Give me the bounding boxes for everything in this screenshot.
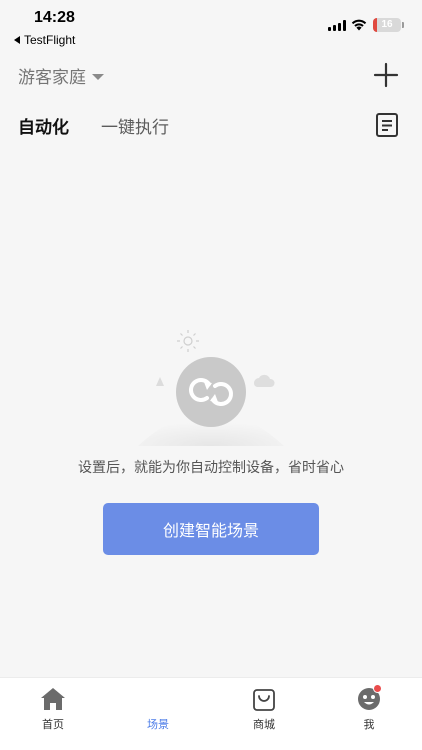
status-bar: 14:28 TestFlight 16 [0, 0, 422, 52]
back-app-label: TestFlight [24, 33, 76, 47]
empty-state-message: 设置后，就能为你自动控制设备，省时省心 [78, 460, 344, 476]
wifi-icon [351, 19, 367, 31]
home-name: 游客家庭 [18, 68, 86, 88]
notification-badge [373, 684, 382, 693]
tabbar-item-mall[interactable]: 商城 [229, 678, 299, 750]
caret-down-icon [92, 73, 104, 80]
back-arrow-icon [14, 36, 20, 44]
tabbar-label: 场景 [147, 718, 169, 731]
tabbar-label: 首页 [42, 718, 64, 731]
tabbar-item-home[interactable]: 首页 [18, 678, 88, 750]
tabbar-item-scene[interactable]: 场景 [123, 678, 193, 750]
tabbar-label: 商城 [253, 718, 275, 731]
profile-face-icon [356, 684, 382, 712]
battery-level: 16 [381, 19, 393, 30]
shopping-bag-icon [253, 689, 275, 711]
battery-icon: 16 [373, 18, 401, 32]
tab-one-click[interactable]: 一键执行 [101, 113, 169, 138]
battery-tip [402, 22, 404, 28]
empty-state-illustration [138, 330, 284, 446]
add-icon[interactable] [372, 61, 400, 89]
create-scene-button[interactable]: 创建智能场景 [103, 503, 319, 555]
sun-icon [177, 330, 199, 352]
scene-icon [145, 686, 171, 712]
scene-screen: 14:28 TestFlight 16 游客家庭 自动化 一键执行 设置后，就能… [0, 0, 422, 750]
home-icon [41, 688, 65, 710]
log-document-icon[interactable] [375, 112, 399, 138]
tabbar-label: 我 [363, 718, 375, 731]
tab-automation[interactable]: 自动化 [18, 113, 69, 138]
status-time: 14:28 [34, 9, 75, 26]
tabbar-item-me[interactable]: 我 [334, 678, 404, 750]
bottom-tab-bar: 首页 场景 商城 我 [0, 677, 422, 750]
back-to-app-link[interactable]: TestFlight [14, 33, 75, 47]
cellular-signal-icon [328, 20, 346, 31]
home-selector[interactable]: 游客家庭 [18, 63, 104, 88]
